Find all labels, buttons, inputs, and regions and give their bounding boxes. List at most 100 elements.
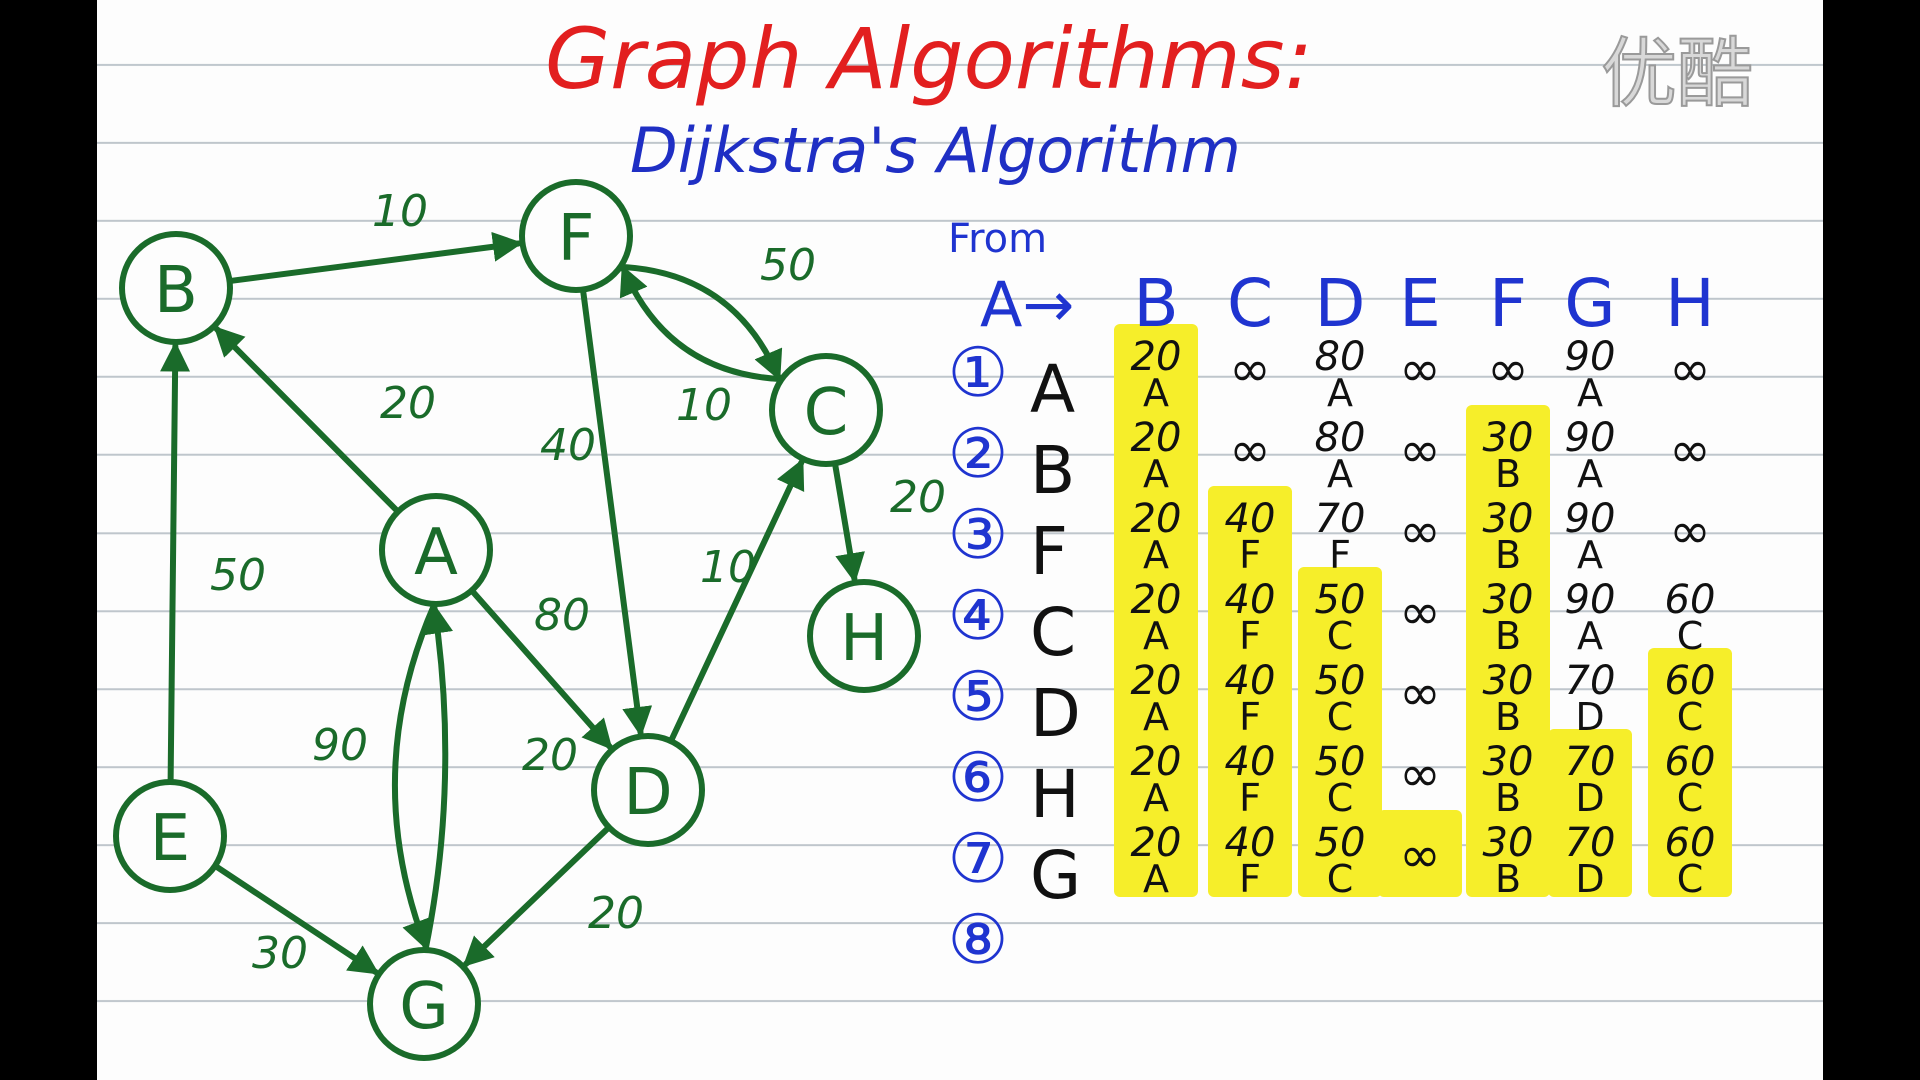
table-cell-distance: ∞ xyxy=(1669,502,1711,560)
edge-weight-C-F: 50 xyxy=(760,240,816,291)
visited-node-6: H xyxy=(1030,756,1080,833)
node-E-label: E xyxy=(150,802,190,876)
table-cell-distance: ∞ xyxy=(1399,826,1441,884)
from-label: From xyxy=(948,216,1047,262)
edge-E-B xyxy=(160,341,191,786)
table-cell-predecessor: C xyxy=(1327,695,1354,739)
table-cell-distance: ∞ xyxy=(1669,421,1711,479)
table-cell-predecessor: B xyxy=(1495,695,1521,739)
table-cell-predecessor: D xyxy=(1575,776,1604,820)
edge-weight-F-D: 40 xyxy=(540,420,596,471)
page-title: Graph Algorithms: xyxy=(545,10,1313,108)
table-cell-predecessor: F xyxy=(1329,533,1351,577)
edge-A-G xyxy=(391,600,438,951)
page-subtitle: Dijkstra's Algorithm xyxy=(630,114,1241,187)
edge-weight-G-A: 20 xyxy=(522,730,578,781)
table-cell-distance: ∞ xyxy=(1399,745,1441,803)
whiteboard-canvas: Graph Algorithms: Dijkstra's Algorithm 1… xyxy=(113,10,1732,1061)
edge-weight-C-H: 20 xyxy=(890,472,946,523)
visited-node-4: C xyxy=(1030,594,1076,671)
table-cell-predecessor: C xyxy=(1677,695,1704,739)
table-cell-predecessor: C xyxy=(1327,857,1354,901)
table-cell-predecessor: C xyxy=(1677,614,1704,658)
table-cell-predecessor: B xyxy=(1495,857,1521,901)
table-cell-predecessor: C xyxy=(1327,776,1354,820)
edge-weight-D-G: 20 xyxy=(588,888,644,939)
edge-weight-E-B: 50 xyxy=(210,550,266,601)
table-cell-distance: ∞ xyxy=(1399,340,1441,398)
visited-node-3: F xyxy=(1030,513,1068,590)
table-cell-predecessor: A xyxy=(1327,371,1353,415)
watermark-logo: 优酷 xyxy=(1595,22,1785,122)
step-marker-2: ② xyxy=(948,415,1009,494)
table-cell-predecessor: A xyxy=(1577,533,1603,577)
edge-weight-F-C: 10 xyxy=(676,380,732,431)
edge-A-B xyxy=(213,325,401,515)
node-H-label: H xyxy=(840,602,888,676)
table-cell-distance: ∞ xyxy=(1669,340,1711,398)
table-cell-predecessor: F xyxy=(1239,614,1261,658)
visited-node-7: G xyxy=(1030,837,1081,914)
node-D-label: D xyxy=(623,756,672,830)
column-header-G: G xyxy=(1564,265,1615,342)
edge-F-D xyxy=(579,286,653,737)
column-header-C: C xyxy=(1227,265,1273,342)
table-cell-predecessor: A xyxy=(1143,533,1169,577)
column-header-E: E xyxy=(1399,265,1441,342)
table-cell-predecessor: C xyxy=(1677,776,1704,820)
visited-node-1: A xyxy=(1030,351,1075,428)
edge-weight-E-G: 30 xyxy=(252,928,308,979)
edge-C-H xyxy=(831,460,865,584)
table-cell-predecessor: B xyxy=(1495,776,1521,820)
table-cell-predecessor: A xyxy=(1143,776,1169,820)
table-cell-distance: ∞ xyxy=(1229,340,1271,398)
node-G-label: G xyxy=(399,970,449,1044)
table-cell-distance: ∞ xyxy=(1229,421,1271,479)
table-cell-predecessor: A xyxy=(1577,452,1603,496)
table-cell-distance: ∞ xyxy=(1399,664,1441,722)
step-marker-1: ① xyxy=(948,334,1009,413)
step-marker-5: ⑤ xyxy=(948,658,1009,737)
table-cell-distance: ∞ xyxy=(1399,583,1441,641)
edge-G-A xyxy=(422,603,454,954)
edge-D-C xyxy=(667,458,805,745)
edge-weight-D-C: 10 xyxy=(700,542,756,593)
table-cell-predecessor: A xyxy=(1143,695,1169,739)
table-cell-predecessor: B xyxy=(1495,533,1521,577)
source-label: A→ xyxy=(980,268,1074,341)
table-cell-distance: ∞ xyxy=(1399,421,1441,479)
step-marker-4: ④ xyxy=(948,577,1009,656)
step-marker-7: ⑦ xyxy=(948,820,1009,899)
column-header-H: H xyxy=(1665,265,1715,342)
table-cell-predecessor: A xyxy=(1143,371,1169,415)
table-cell-distance: ∞ xyxy=(1399,502,1441,560)
edge-weight-B-F: 10 xyxy=(372,186,428,237)
column-header-B: B xyxy=(1133,265,1178,342)
table-cell-predecessor: F xyxy=(1239,695,1261,739)
table-cell-predecessor: F xyxy=(1239,533,1261,577)
edge-weight-A-G: 90 xyxy=(312,720,368,771)
step-marker-6: ⑥ xyxy=(948,739,1009,818)
table-cell-predecessor: C xyxy=(1677,857,1704,901)
step-marker-3: ③ xyxy=(948,496,1009,575)
edge-weight-A-D: 80 xyxy=(534,590,590,641)
node-F-label: F xyxy=(558,202,595,276)
table-cell-distance: ∞ xyxy=(1487,340,1529,398)
visited-node-2: B xyxy=(1030,432,1075,509)
table-cell-predecessor: A xyxy=(1143,614,1169,658)
step-marker-8: ⑧ xyxy=(948,901,1009,980)
table-cell-predecessor: F xyxy=(1239,857,1261,901)
table-cell-predecessor: B xyxy=(1495,452,1521,496)
node-B-label: B xyxy=(154,254,198,328)
edge-weight-A-B: 20 xyxy=(380,378,436,429)
edge-B-F xyxy=(226,231,523,285)
column-header-D: D xyxy=(1315,265,1366,342)
watermark-text: 优酷 xyxy=(1601,29,1753,118)
table-cell-predecessor: A xyxy=(1143,857,1169,901)
table-cell-predecessor: D xyxy=(1575,695,1604,739)
table-cell-predecessor: F xyxy=(1239,776,1261,820)
table-cell-predecessor: C xyxy=(1327,614,1354,658)
table-cell-predecessor: A xyxy=(1577,614,1603,658)
node-C-label: C xyxy=(804,376,849,450)
table-cell-predecessor: B xyxy=(1495,614,1521,658)
